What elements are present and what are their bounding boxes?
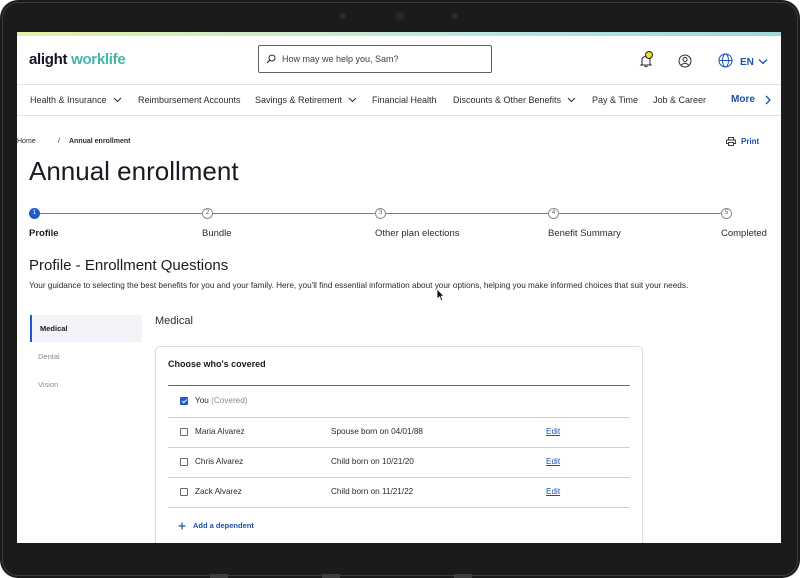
breadcrumb-current: Annual enrollment [69, 138, 131, 145]
enrollment-stepper: 1 2 3 4 5 Profile Bundle Other plan elec… [29, 208, 769, 242]
step-5-indicator[interactable]: 5 [721, 208, 732, 219]
print-button[interactable]: Print [726, 137, 759, 146]
language-selector[interactable]: EN [740, 57, 754, 68]
device-connector-center [322, 574, 340, 578]
section-title: Profile - Enrollment Questions [29, 257, 229, 274]
front-camera [394, 10, 406, 22]
step-connector [40, 213, 202, 214]
chevron-down-icon[interactable] [758, 58, 768, 65]
nav-item-savings-retirement[interactable]: Savings & Retirement [255, 95, 357, 105]
notification-badge-dot [645, 51, 653, 59]
chevron-right-icon [765, 95, 771, 104]
language-label: EN [740, 57, 754, 68]
nav-item-financial-health[interactable]: Financial Health [372, 95, 437, 105]
step-2-indicator[interactable]: 2 [202, 208, 213, 219]
step-5-label: Completed [721, 228, 767, 239]
print-label: Print [741, 137, 760, 146]
breadcrumb-separator: / [58, 138, 60, 145]
coverage-row-self: You (Covered) [156, 386, 642, 416]
breadcrumb-home-link[interactable]: Home [17, 138, 36, 145]
chevron-down-icon [348, 97, 357, 103]
step-connector [559, 213, 721, 214]
edit-dependent-link[interactable]: Edit [546, 457, 560, 466]
main-nav: Health & Insurance Reimbursement Account… [17, 85, 781, 116]
nav-more-label: More [731, 94, 755, 105]
step-connector [386, 213, 548, 214]
dependent-checkbox[interactable] [180, 488, 188, 496]
coverage-card: Choose who's covered You (Covered) Maria… [155, 346, 643, 543]
camera-sensor-right [452, 13, 458, 19]
step-1-label: Profile [29, 228, 59, 239]
nav-item-label: Pay & Time [592, 95, 639, 105]
nav-item-label: Job & Career [653, 95, 707, 105]
panel-title: Medical [155, 315, 193, 327]
step-connector [213, 213, 375, 214]
search-input[interactable]: How may we help you, Sam? [258, 45, 492, 73]
edit-dependent-link[interactable]: Edit [546, 487, 560, 496]
camera-sensor-left [340, 13, 346, 19]
divider [168, 507, 630, 508]
nav-item-reimbursement-accounts[interactable]: Reimbursement Accounts [138, 95, 241, 105]
nav-item-label: Discounts & Other Benefits [453, 95, 562, 105]
search-icon [266, 54, 276, 64]
edit-dependent-link[interactable]: Edit [546, 427, 560, 436]
card-title: Choose who's covered [168, 359, 266, 369]
device-connector-right [454, 574, 472, 578]
nav-item-label: Reimbursement Accounts [138, 95, 241, 105]
self-status: (Covered) [211, 396, 248, 405]
dependent-relation: Child born on 10/21/20 [331, 457, 414, 466]
coverage-row-dependent: Maria Alvarez Spouse born on 04/01/88 Ed… [156, 417, 642, 447]
nav-item-job-career[interactable]: Job & Career [653, 95, 706, 105]
printer-icon [726, 137, 736, 146]
chevron-down-icon [113, 97, 121, 103]
mouse-pointer-icon [436, 288, 445, 302]
add-dependent-label: Add a dependent [193, 521, 254, 530]
site-header: alight worklife How may we help you, Sam… [17, 36, 781, 85]
page-title: Annual enrollment [29, 156, 239, 186]
nav-item-label: Financial Health [372, 95, 437, 105]
step-3-label: Other plan elections [375, 228, 460, 239]
chevron-down-icon [567, 97, 576, 103]
coverage-row-dependent: Zack Alvarez Child born on 11/21/22 Edit [156, 477, 642, 507]
dependent-checkbox[interactable] [180, 428, 188, 436]
dependent-name: Chris Alvarez [195, 457, 244, 466]
nav-item-pay-time[interactable]: Pay & Time [592, 95, 638, 105]
app-screen: alight worklife How may we help you, Sam… [17, 32, 781, 543]
alight-worklife-logo[interactable]: alight worklife [29, 51, 126, 68]
dependent-name: Maria Alvarez [195, 427, 245, 436]
search-placeholder: How may we help you, Sam? [282, 54, 399, 64]
step-1-indicator[interactable]: 1 [29, 208, 40, 219]
section-description: Your guidance to selecting the best bene… [29, 281, 689, 290]
side-tab-medical[interactable]: Medical [30, 315, 142, 342]
logo-word-alight: alight [29, 51, 68, 68]
dependent-relation: Spouse born on 04/01/88 [331, 427, 423, 436]
nav-more-button[interactable]: More [731, 94, 771, 105]
globe-icon[interactable] [718, 53, 733, 68]
dependent-checkbox[interactable] [180, 458, 188, 466]
device-connector-left [210, 574, 228, 578]
step-3-indicator[interactable]: 3 [375, 208, 386, 219]
side-tab-dental[interactable]: Dental [30, 343, 142, 370]
side-tab-vision[interactable]: Vision [30, 371, 142, 398]
self-checkbox[interactable] [180, 397, 188, 405]
coverage-row-dependent: Chris Alvarez Child born on 10/21/20 Edi… [156, 447, 642, 477]
nav-item-discounts-other-benefits[interactable]: Discounts & Other Benefits [453, 95, 576, 105]
user-profile-icon[interactable] [678, 54, 692, 68]
nav-item-label: Savings & Retirement [255, 95, 343, 105]
step-4-label: Benefit Summary [548, 228, 621, 239]
plus-icon [178, 522, 186, 529]
nav-item-health-insurance[interactable]: Health & Insurance [30, 95, 122, 105]
dependent-relation: Child born on 11/21/22 [331, 487, 414, 496]
nav-item-label: Health & Insurance [30, 95, 107, 105]
dependent-name: Zack Alvarez [195, 487, 242, 496]
step-2-label: Bundle [202, 228, 232, 239]
tablet-frame: alight worklife How may we help you, Sam… [0, 0, 800, 578]
logo-word-worklife: worklife [71, 51, 126, 68]
add-dependent-button[interactable]: Add a dependent [178, 521, 254, 530]
self-name: You (Covered) [195, 396, 248, 405]
self-name-text: You [195, 396, 209, 405]
step-4-indicator[interactable]: 4 [548, 208, 559, 219]
